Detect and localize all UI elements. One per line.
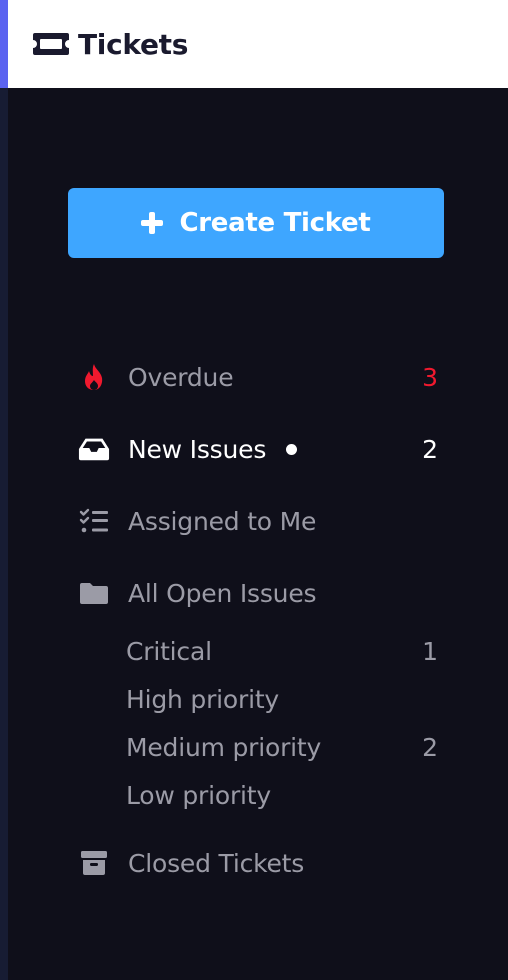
sidebar-subitem-high-priority[interactable]: High priority [126, 681, 440, 717]
sidebar-subitem-medium-priority[interactable]: Medium priority 2 [126, 729, 440, 765]
inbox-icon [78, 433, 110, 465]
new-issues-count: 2 [422, 434, 438, 464]
app-frame: Tickets Create Ticket Overdue 3 New Issu… [0, 0, 508, 980]
subitem-label: Low priority [126, 780, 271, 810]
sidebar-item-all-open-issues[interactable]: All Open Issues [78, 573, 440, 613]
task-list-icon [78, 505, 110, 537]
sidebar-item-label: New Issues [128, 434, 267, 464]
archive-icon [78, 847, 110, 879]
sidebar-item-new-issues[interactable]: New Issues 2 [78, 429, 440, 469]
sidebar-item-overdue[interactable]: Overdue 3 [78, 357, 440, 397]
subitem-label: High priority [126, 684, 280, 714]
subitem-count: 2 [422, 732, 438, 762]
subitem-label: Medium priority [126, 732, 322, 762]
sidebar-item-label: Assigned to Me [128, 506, 317, 536]
left-edge-strip [0, 0, 8, 980]
plus-icon [141, 212, 164, 234]
left-edge-accent [0, 0, 8, 88]
subitem-label: Critical [126, 636, 212, 666]
overdue-count: 3 [422, 362, 438, 392]
subitem-count: 1 [422, 636, 438, 666]
create-ticket-button[interactable]: Create Ticket [68, 188, 444, 258]
create-ticket-label: Create Ticket [179, 208, 371, 238]
page-title: Tickets [78, 27, 189, 61]
sidebar-subitem-critical[interactable]: Critical 1 [126, 633, 440, 669]
sidebar-item-label: All Open Issues [128, 578, 317, 608]
header: Tickets [8, 0, 508, 88]
sidebar-item-label: Closed Tickets [128, 848, 305, 878]
sidebar-item-label: Overdue [128, 362, 234, 392]
ticket-icon [32, 31, 70, 57]
sidebar-item-assigned-to-me[interactable]: Assigned to Me [78, 501, 440, 541]
sidebar-item-closed-tickets[interactable]: Closed Tickets [78, 843, 440, 883]
unread-dot [286, 443, 298, 455]
fire-icon [78, 361, 110, 393]
sidebar-subitem-low-priority[interactable]: Low priority [126, 777, 440, 813]
folder-icon [78, 577, 110, 609]
